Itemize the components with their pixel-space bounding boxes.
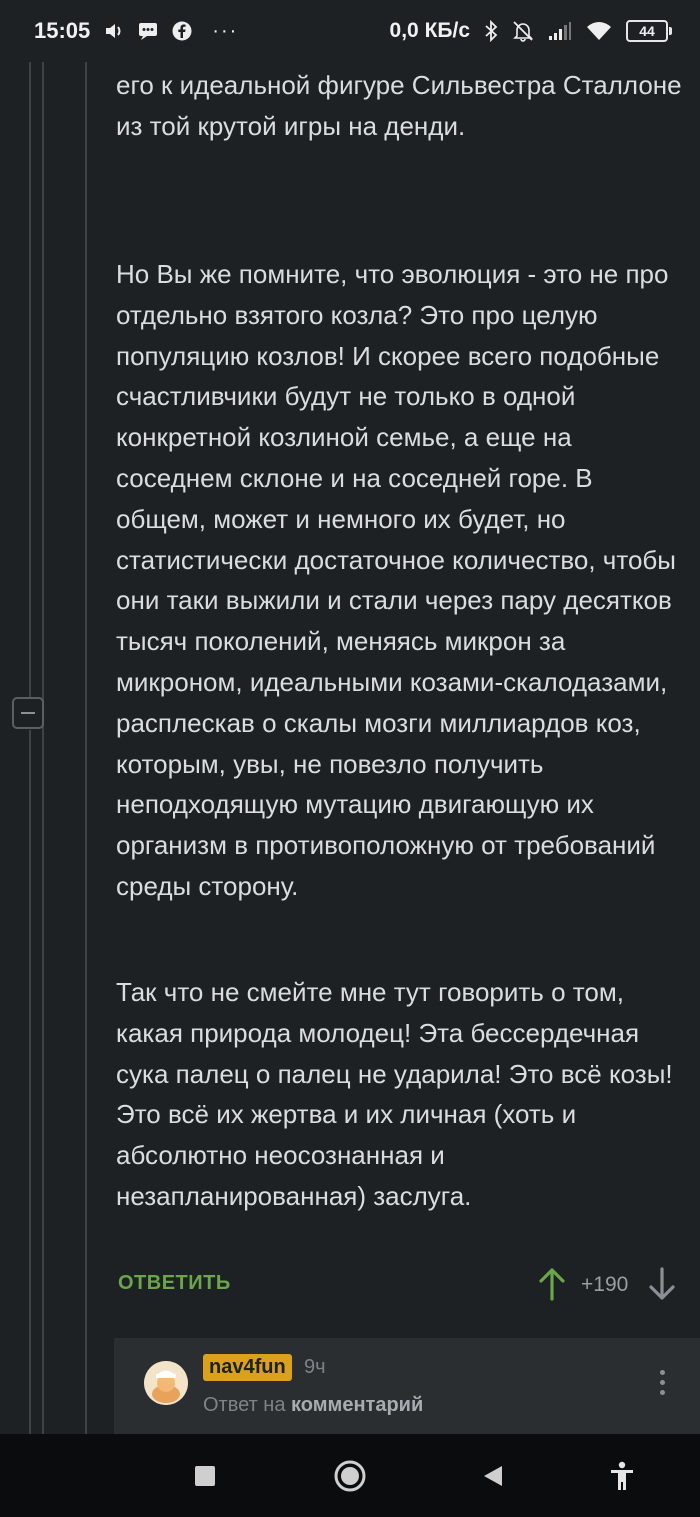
comment-actions: ОТВЕТИТЬ +190 xyxy=(116,1262,682,1308)
comment-rating: +190 xyxy=(581,1273,629,1296)
comment-paragraph-2: Но Вы же помните, что эволюция - это не … xyxy=(116,259,676,901)
thread-line-1 xyxy=(29,62,31,697)
volume-icon xyxy=(104,21,124,41)
reply-button[interactable]: ОТВЕТИТЬ xyxy=(118,1272,231,1295)
thread-line-3 xyxy=(85,62,87,1434)
avatar[interactable] xyxy=(144,1361,188,1405)
collapse-thread-button[interactable] xyxy=(12,697,44,729)
more-notifications-icon: ··· xyxy=(212,19,239,42)
author-badge[interactable]: nav4fun xyxy=(203,1354,292,1381)
thread-line-1-lower xyxy=(29,730,31,1434)
status-left: 15:05 ··· xyxy=(34,18,238,44)
accessibility-icon[interactable] xyxy=(602,1456,642,1496)
mute-bell-icon xyxy=(512,20,534,42)
more-options-icon[interactable] xyxy=(652,1370,672,1400)
signal-icon xyxy=(548,21,572,41)
status-bar: 15:05 ··· 0,0 КБ/с 44 xyxy=(0,0,700,62)
reply-to-prefix: Ответ на xyxy=(203,1394,286,1416)
downvote-icon[interactable] xyxy=(648,1267,676,1306)
child-comment[interactable]: nav4fun 9ч Ответ на комментарий xyxy=(114,1338,700,1434)
reply-to-line: Ответ на комментарий xyxy=(203,1394,423,1417)
recent-apps-icon[interactable] xyxy=(185,1456,225,1496)
status-right: 0,0 КБ/с 44 xyxy=(390,19,672,43)
bluetooth-icon xyxy=(484,20,498,42)
comment-paragraph-1: его к идеальной фигуре Сильвестра Сталло… xyxy=(116,70,682,141)
network-speed: 0,0 КБ/с xyxy=(389,19,470,42)
wifi-icon xyxy=(586,21,612,41)
upvote-icon[interactable] xyxy=(538,1267,566,1306)
navigation-bar xyxy=(0,1434,700,1517)
comment-time: 9ч xyxy=(304,1356,326,1378)
thread-line-2 xyxy=(42,62,44,1434)
comment-paragraph-3: Так что не смейте мне тут говорить о том… xyxy=(116,977,673,1211)
home-icon[interactable] xyxy=(330,1456,370,1496)
facebook-icon xyxy=(172,21,192,41)
battery-icon: 44 xyxy=(626,20,672,42)
status-time: 15:05 xyxy=(34,18,91,43)
back-icon[interactable] xyxy=(473,1456,513,1496)
message-icon xyxy=(138,21,158,41)
battery-level: 44 xyxy=(626,20,668,42)
reply-to-link[interactable]: комментарий xyxy=(291,1394,423,1416)
